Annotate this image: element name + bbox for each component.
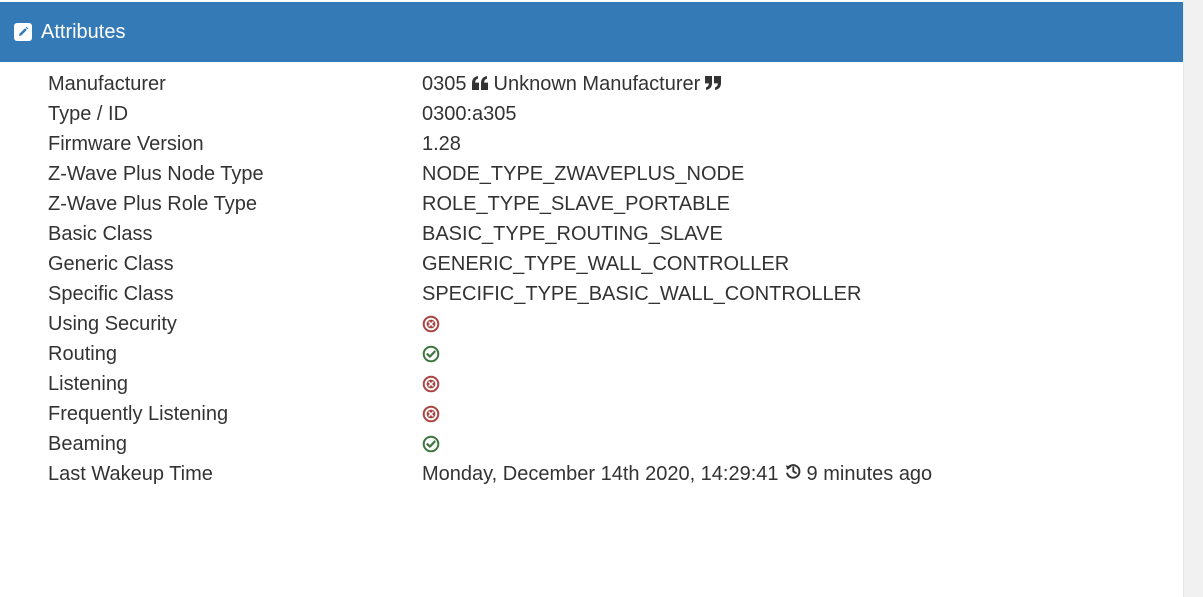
attribute-label: Manufacturer [48,72,166,95]
manufacturer-name: Unknown Manufacturer [493,72,701,95]
last-wakeup-relative: 9 minutes ago [806,462,933,485]
attribute-row-manufacturer: Manufacturer 0305 Unknown Manufacturer [48,69,1168,99]
attribute-label: Basic Class [48,222,153,245]
attribute-value [422,405,440,423]
attribute-row-zwave-plus-node-type: Z-Wave Plus Node Type NODE_TYPE_ZWAVEPLU… [48,159,1168,189]
attribute-label: Last Wakeup Time [48,462,213,485]
attribute-value: ROLE_TYPE_SLAVE_PORTABLE [422,192,730,215]
quote-left-icon [471,73,489,96]
panel-heading: Attributes [0,2,1183,62]
history-icon [784,462,802,486]
attribute-row-specific-class: Specific Class SPECIFIC_TYPE_BASIC_WALL_… [48,279,1168,309]
times-circle-icon [422,315,440,333]
attribute-row-frequently-listening: Frequently Listening [48,399,1168,429]
attribute-row-basic-class: Basic Class BASIC_TYPE_ROUTING_SLAVE [48,219,1168,249]
attribute-label: Using Security [48,312,177,335]
check-circle-icon [422,435,440,453]
attribute-row-routing: Routing [48,339,1168,369]
check-circle-icon [422,345,440,363]
attribute-row-zwave-plus-role-type: Z-Wave Plus Role Type ROLE_TYPE_SLAVE_PO… [48,189,1168,219]
attribute-value: 0300:a305 [422,102,517,125]
attribute-row-type-id: Type / ID 0300:a305 [48,99,1168,129]
attribute-label: Firmware Version [48,132,204,155]
attribute-label: Routing [48,342,117,365]
times-circle-icon [422,405,440,423]
attribute-value: SPECIFIC_TYPE_BASIC_WALL_CONTROLLER [422,282,862,305]
attribute-label: Listening [48,372,129,395]
attribute-row-firmware: Firmware Version 1.28 [48,129,1168,159]
scrollbar-track[interactable] [1183,0,1203,597]
times-circle-icon [422,375,440,393]
attribute-value [422,375,440,393]
attributes-panel: Attributes Manufacturer 0305 Unknown Man… [0,0,1183,597]
attribute-label: Z-Wave Plus Role Type [48,192,257,215]
manufacturer-code: 0305 [422,72,467,95]
attribute-label: Beaming [48,432,127,455]
attribute-value [422,435,440,453]
attribute-value: BASIC_TYPE_ROUTING_SLAVE [422,222,723,245]
attribute-label: Frequently Listening [48,402,229,425]
attribute-value [422,315,440,333]
attribute-value [422,345,440,363]
attribute-row-generic-class: Generic Class GENERIC_TYPE_WALL_CONTROLL… [48,249,1168,279]
attribute-value: NODE_TYPE_ZWAVEPLUS_NODE [422,162,745,185]
attribute-value: 1.28 [422,132,461,155]
attribute-value: Monday, December 14th 2020, 14:29:41 9 m… [422,462,932,486]
attribute-row-using-security: Using Security [48,309,1168,339]
attribute-label: Specific Class [48,282,174,305]
attribute-value: GENERIC_TYPE_WALL_CONTROLLER [422,252,790,275]
attribute-row-listening: Listening [48,369,1168,399]
edit-icon [14,23,32,41]
attribute-row-beaming: Beaming [48,429,1168,459]
last-wakeup-datetime: Monday, December 14th 2020, 14:29:41 [422,462,779,485]
attribute-list: Manufacturer 0305 Unknown Manufacturer T… [48,69,1168,489]
attribute-label: Type / ID [48,102,129,125]
quote-right-icon [705,73,722,96]
attribute-label: Z-Wave Plus Node Type [48,162,264,185]
attribute-label: Generic Class [48,252,174,275]
panel-title: Attributes [41,21,126,43]
attribute-value: 0305 Unknown Manufacturer [422,73,727,96]
attribute-row-last-wakeup: Last Wakeup Time Monday, December 14th 2… [48,459,1168,489]
